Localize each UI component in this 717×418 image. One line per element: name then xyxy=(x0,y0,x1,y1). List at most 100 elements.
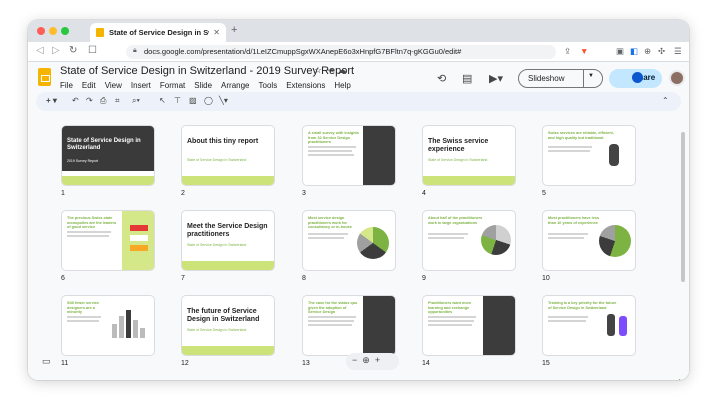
text-line xyxy=(308,233,348,235)
pie-chart xyxy=(599,225,631,257)
slide-number: 10 xyxy=(542,275,550,282)
zoom-icon[interactable]: ⊕ xyxy=(644,46,651,57)
slides-logo-icon[interactable] xyxy=(38,68,51,86)
forward-icon[interactable]: ▷ xyxy=(52,45,60,56)
menu-extensions[interactable]: Extensions xyxy=(286,81,325,90)
share-button[interactable]: Share xyxy=(609,69,662,88)
slide-thumbnail-10[interactable]: Most practitioners have less than 10 yea… xyxy=(542,210,636,271)
slide-number: 2 xyxy=(181,190,185,197)
chevron-down-icon[interactable]: ▼ xyxy=(588,73,594,79)
avatar[interactable] xyxy=(669,70,685,86)
slide-title: A small survey with insights from 32 Ser… xyxy=(308,131,359,145)
slide-thumbnail-15[interactable]: Training is a key priority for the futur… xyxy=(542,295,636,356)
comments-icon[interactable]: ▤ xyxy=(462,72,472,85)
back-icon[interactable]: ◁ xyxy=(36,45,44,56)
shape-icon[interactable]: ◯ xyxy=(204,96,213,105)
collapse-menus-icon[interactable]: ⌃ xyxy=(662,96,669,105)
slide-thumbnail-8[interactable]: Most service design practitioners work f… xyxy=(302,210,396,271)
slide-thumbnail-5[interactable]: Swiss services are reliable, efficient, … xyxy=(542,125,636,186)
menu-insert[interactable]: Insert xyxy=(131,81,151,90)
slide-title: About half of the practitioners work in … xyxy=(428,216,483,225)
text-line xyxy=(428,324,472,326)
slide-thumbnail-13[interactable]: The case for the status quo given the ad… xyxy=(302,295,396,356)
menu-view[interactable]: View xyxy=(105,81,122,90)
new-slide-icon[interactable]: + ▾ xyxy=(46,96,57,105)
slide-thumbnail-1[interactable]: State of Service Design in Switzerland 2… xyxy=(61,125,155,186)
menu-icon[interactable]: ☰ xyxy=(674,46,682,57)
slide-thumbnail-3[interactable]: A small survey with insights from 32 Ser… xyxy=(302,125,396,186)
close-window-button[interactable] xyxy=(37,27,45,35)
menu-format[interactable]: Format xyxy=(160,81,185,90)
slide-title: Training is a key priority for the futur… xyxy=(548,301,617,310)
slide-thumbnail-6[interactable]: The precious Swiss state monopolies are … xyxy=(61,210,155,271)
logo-block xyxy=(130,245,148,251)
slide-thumbnail-11[interactable]: Still fewer service designers are a mino… xyxy=(61,295,155,356)
move-icon[interactable]: ⇥ xyxy=(326,65,338,75)
slide-thumbnail-4[interactable]: The Swiss service experience State of Se… xyxy=(422,125,516,186)
zoom-in-icon[interactable]: + xyxy=(375,355,385,365)
menu-arrange[interactable]: Arrange xyxy=(221,81,249,90)
undo-icon[interactable]: ↶ xyxy=(72,96,79,105)
menu-edit[interactable]: Edit xyxy=(82,81,96,90)
zoom-out-icon[interactable]: − xyxy=(352,355,362,365)
brave-shield-icon[interactable]: ▼ xyxy=(580,46,588,56)
select-icon[interactable]: ↖ xyxy=(159,96,166,105)
reload-icon[interactable]: ↻ xyxy=(69,45,77,56)
share-page-icon[interactable]: ⇪ xyxy=(564,46,571,57)
menu-tools[interactable]: Tools xyxy=(259,81,278,90)
slide-subtitle: 2019 Survey Report xyxy=(67,159,99,163)
text-line xyxy=(548,320,586,322)
text-line xyxy=(67,235,109,237)
maximize-window-button[interactable] xyxy=(61,27,69,35)
text-box-icon[interactable]: ⊤ xyxy=(174,96,181,105)
text-line xyxy=(428,233,468,235)
toolbar: + ▾ ↶ ↷ ⎙ ⌗ ⌕▾ ↖ ⊤ ▨ ◯ ╲▾ ⌃ xyxy=(36,92,681,111)
minimize-window-button[interactable] xyxy=(49,27,57,35)
slide-title: State of Service Design in Switzerland xyxy=(67,138,141,152)
slide-thumbnail-12[interactable]: The future of Service Design in Switzerl… xyxy=(181,295,275,356)
accent-band xyxy=(182,261,274,270)
bookmark-icon[interactable]: ☐ xyxy=(88,45,97,56)
filmstrip-view-icon[interactable]: ▭ xyxy=(42,356,51,367)
star-icon[interactable]: ☆ xyxy=(314,65,326,75)
extension-icon[interactable]: ▣ xyxy=(616,46,624,57)
history-icon[interactable]: ⟲ xyxy=(437,72,446,85)
side-panel-toggle-icon[interactable]: ‹ xyxy=(678,376,681,380)
menu-slide[interactable]: Slide xyxy=(194,81,212,90)
browser-tab[interactable]: State of Service Design in Switz ✕ xyxy=(90,23,226,42)
slide-thumbnail-9[interactable]: About half of the practitioners work in … xyxy=(422,210,516,271)
slideshow-button[interactable]: Slideshow ▼ xyxy=(518,69,603,88)
slides-favicon-icon xyxy=(96,28,104,37)
extension-icon[interactable]: ◧ xyxy=(630,46,638,57)
line-icon[interactable]: ╲▾ xyxy=(219,96,228,105)
url-input[interactable]: 🔒︎ docs.google.com/presentation/d/1LeIZC… xyxy=(126,45,556,59)
slide-thumbnail-2[interactable]: About this tiny report State of Service … xyxy=(181,125,275,186)
text-line xyxy=(308,154,354,156)
slide-title: Practitioners want more learning and exc… xyxy=(428,301,472,315)
slide-number: 6 xyxy=(61,275,65,282)
image-icon[interactable]: ▨ xyxy=(189,96,197,105)
zoom-select-icon[interactable]: ⌕▾ xyxy=(132,96,140,106)
document-title[interactable]: State of Service Design in Switzerland -… xyxy=(60,65,354,77)
print-icon[interactable]: ⎙ xyxy=(100,96,106,106)
puzzle-icon[interactable]: ✣ xyxy=(658,46,665,57)
text-line xyxy=(308,324,352,326)
slide-title: The precious Swiss state monopolies are … xyxy=(67,216,117,230)
meet-icon[interactable]: ▶▾ xyxy=(489,72,503,85)
bar xyxy=(133,320,138,338)
redo-icon[interactable]: ↷ xyxy=(86,96,93,105)
person-figure xyxy=(619,316,627,336)
scrollbar[interactable] xyxy=(681,132,685,282)
text-line xyxy=(308,237,344,239)
paint-format-icon[interactable]: ⌗ xyxy=(115,96,120,106)
close-tab-icon[interactable]: ✕ xyxy=(213,28,220,37)
new-tab-button[interactable]: + xyxy=(231,24,237,36)
slide-thumbnail-14[interactable]: Practitioners want more learning and exc… xyxy=(422,295,516,356)
zoom-icon[interactable]: ⊕ xyxy=(362,355,375,365)
cloud-status-icon[interactable]: ☁ xyxy=(338,65,351,75)
menu-file[interactable]: File xyxy=(60,81,73,90)
menu-help[interactable]: Help xyxy=(334,81,350,90)
text-line xyxy=(308,150,352,152)
person-figure xyxy=(609,144,619,166)
slide-thumbnail-7[interactable]: Meet the Service Design practitioners St… xyxy=(181,210,275,271)
